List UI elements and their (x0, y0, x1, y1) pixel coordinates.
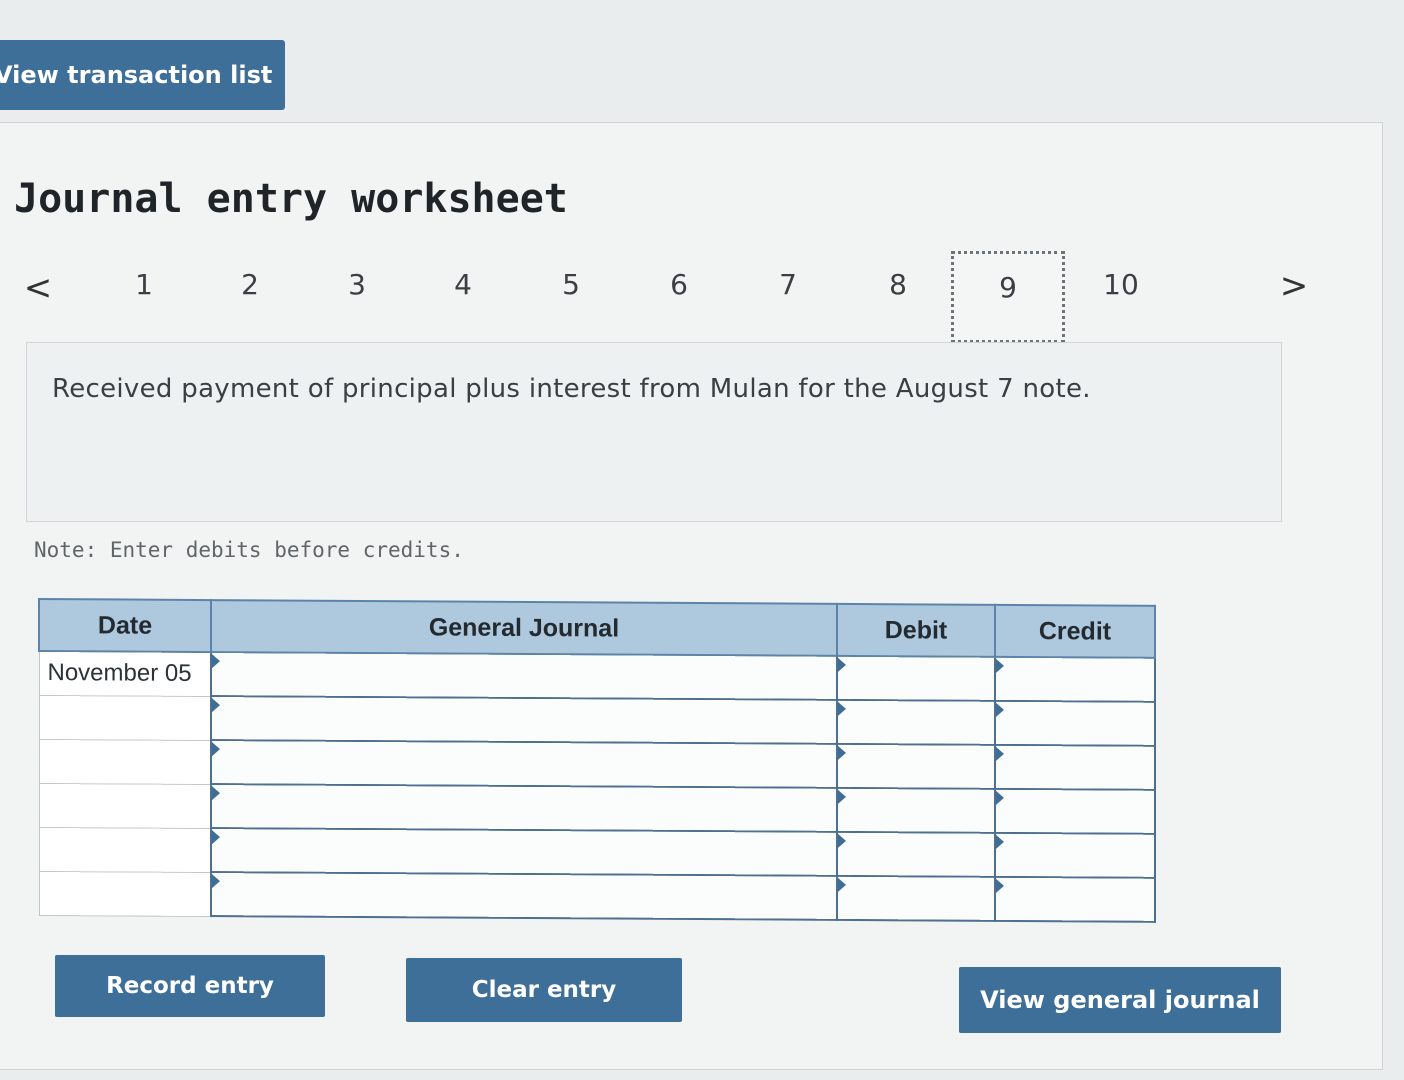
transaction-description-box (26, 342, 1282, 522)
entry-note: Note: Enter debits before credits. (34, 538, 464, 562)
record-entry-button[interactable]: Record entry (55, 955, 325, 1017)
date-cell: November 05 (39, 651, 211, 697)
account-input[interactable] (212, 741, 836, 787)
account-select[interactable] (211, 872, 837, 920)
table-row (39, 783, 1155, 834)
account-input[interactable] (212, 785, 836, 831)
journal-header-row: Date General Journal Debit Credit (39, 599, 1155, 658)
date-cell (39, 827, 211, 873)
credit-cell[interactable] (995, 656, 1155, 702)
clear-entry-button[interactable]: Clear entry (406, 958, 682, 1022)
account-select[interactable] (211, 740, 837, 788)
debit-input[interactable] (838, 744, 994, 788)
debit-input[interactable] (838, 832, 994, 876)
table-row (39, 739, 1155, 790)
credit-input[interactable] (996, 701, 1154, 745)
debit-input[interactable] (838, 700, 994, 744)
account-input[interactable] (212, 697, 836, 743)
transaction-description: Received payment of principal plus inter… (52, 374, 1091, 404)
step-4[interactable]: 4 (443, 268, 483, 301)
date-cell (39, 695, 211, 741)
step-1[interactable]: 1 (124, 268, 164, 301)
table-row (39, 695, 1155, 746)
debit-header: Debit (837, 603, 995, 657)
credit-cell[interactable] (995, 876, 1155, 922)
credit-cell[interactable] (995, 788, 1155, 834)
credit-input[interactable] (996, 657, 1154, 701)
account-select[interactable] (211, 696, 837, 744)
credit-input[interactable] (996, 789, 1154, 833)
step-6[interactable]: 6 (659, 268, 699, 301)
worksheet-panel (0, 122, 1383, 1070)
next-arrow-icon[interactable]: > (1274, 264, 1314, 308)
debit-cell[interactable] (837, 655, 995, 701)
credit-input[interactable] (996, 833, 1154, 877)
step-7[interactable]: 7 (768, 268, 808, 301)
debit-input[interactable] (838, 876, 994, 920)
step-3[interactable]: 3 (337, 268, 377, 301)
account-select[interactable] (211, 828, 837, 876)
debit-cell[interactable] (837, 743, 995, 789)
date-cell (39, 739, 211, 785)
step-9-active[interactable]: 9 (951, 251, 1065, 343)
prev-arrow-icon[interactable]: < (18, 266, 58, 310)
step-8[interactable]: 8 (878, 268, 918, 301)
debit-input[interactable] (838, 656, 994, 700)
debit-input[interactable] (838, 788, 994, 832)
view-general-journal-button[interactable]: View general journal (959, 967, 1281, 1033)
credit-cell[interactable] (995, 744, 1155, 790)
date-header: Date (39, 599, 211, 653)
general-journal-header: General Journal (211, 600, 837, 656)
page-title: Journal entry worksheet (14, 176, 568, 222)
date-cell (39, 871, 211, 917)
account-input[interactable] (212, 653, 836, 699)
journal-table: Date General Journal Debit Credit Novemb… (38, 598, 1156, 923)
step-10[interactable]: 10 (1101, 268, 1141, 301)
debit-cell[interactable] (837, 699, 995, 745)
table-row: November 05 (39, 651, 1155, 702)
account-input[interactable] (212, 873, 836, 919)
credit-input[interactable] (996, 745, 1154, 789)
date-cell (39, 783, 211, 829)
debit-cell[interactable] (837, 831, 995, 877)
table-row (39, 871, 1155, 922)
step-2[interactable]: 2 (230, 268, 270, 301)
credit-cell[interactable] (995, 832, 1155, 878)
credit-input[interactable] (996, 877, 1154, 921)
credit-cell[interactable] (995, 700, 1155, 746)
view-transaction-list-button[interactable]: View transaction list (0, 40, 285, 110)
account-select[interactable] (211, 784, 837, 832)
account-input[interactable] (212, 829, 836, 875)
debit-cell[interactable] (837, 875, 995, 921)
debit-cell[interactable] (837, 787, 995, 833)
account-select[interactable] (211, 652, 837, 700)
step-5[interactable]: 5 (551, 268, 591, 301)
credit-header: Credit (995, 604, 1155, 658)
table-row (39, 827, 1155, 878)
